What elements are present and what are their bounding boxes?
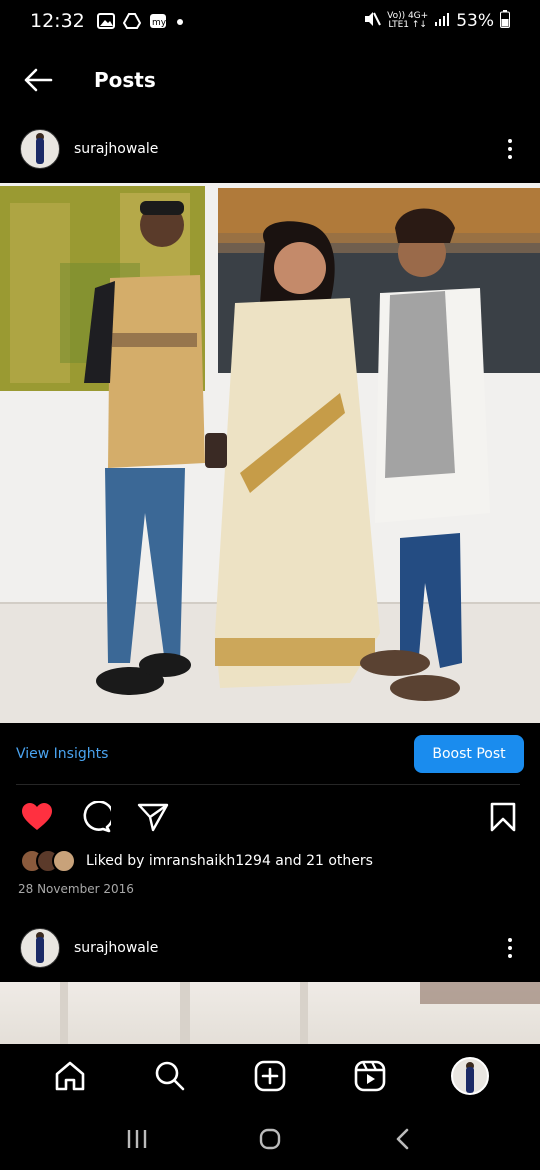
- avatar[interactable]: [20, 129, 60, 169]
- page-title: Posts: [94, 68, 156, 92]
- post-date: 28 November 2016: [18, 882, 134, 896]
- boost-post-button[interactable]: Boost Post: [414, 735, 524, 773]
- network-indicator: Vo)) 4G+ LTE1 ↑↓: [387, 12, 428, 30]
- create-icon: [254, 1060, 286, 1092]
- recents-button[interactable]: [117, 1119, 157, 1159]
- network-bottom: LTE1 ↑↓: [388, 20, 427, 30]
- likes-summary[interactable]: Liked by imranshaikh1294 and 21 others: [20, 847, 373, 875]
- divider: [16, 784, 520, 785]
- drive-icon: [122, 13, 141, 29]
- arrow-left-icon: [24, 68, 53, 92]
- battery-icon: [500, 9, 510, 33]
- home-circle-icon: [259, 1128, 281, 1150]
- bookmark-icon: [490, 802, 516, 832]
- search-icon: [155, 1061, 185, 1091]
- dot-icon: [175, 13, 193, 29]
- view-insights-link[interactable]: View Insights: [16, 746, 108, 762]
- post-header: surajhowale: [0, 121, 540, 177]
- save-button[interactable]: [486, 800, 520, 834]
- profile-avatar: [451, 1057, 489, 1095]
- more-options-button[interactable]: [500, 933, 520, 963]
- post-photo[interactable]: [0, 183, 540, 723]
- post-username[interactable]: surajhowale: [74, 141, 158, 157]
- like-button[interactable]: [20, 800, 54, 834]
- nav-home[interactable]: [50, 1056, 90, 1096]
- home-button[interactable]: [250, 1119, 290, 1159]
- back-chevron-icon: [397, 1128, 409, 1150]
- status-bar: 12:32 my Vo)) 4G+ LTE1 ↑↓ 53%: [0, 0, 540, 42]
- send-icon: [137, 803, 169, 832]
- image-icon: [96, 13, 115, 29]
- comment-button[interactable]: [78, 800, 112, 834]
- home-icon: [55, 1061, 85, 1091]
- next-post-header: surajhowale: [0, 920, 540, 976]
- battery-percent: 53%: [456, 11, 494, 31]
- avatar[interactable]: [20, 928, 60, 968]
- nav-create[interactable]: [250, 1056, 290, 1096]
- back-button[interactable]: [18, 60, 58, 100]
- post-actions: [0, 797, 540, 837]
- mute-icon: [363, 11, 382, 32]
- signal-icon: [434, 11, 450, 32]
- myjio-icon: my: [149, 13, 167, 29]
- nav-reels[interactable]: [350, 1056, 390, 1096]
- liker-avatar: [52, 849, 76, 873]
- insights-row: View Insights Boost Post: [0, 734, 540, 774]
- bottom-nav: [0, 1044, 540, 1108]
- comment-icon: [83, 801, 111, 833]
- reels-icon: [354, 1060, 386, 1092]
- status-time: 12:32: [30, 10, 85, 32]
- next-post-photo[interactable]: [0, 982, 540, 1044]
- recents-icon: [127, 1130, 146, 1148]
- share-button[interactable]: [136, 800, 170, 834]
- system-back-button[interactable]: [383, 1119, 423, 1159]
- app-header: Posts: [0, 52, 540, 108]
- nav-search[interactable]: [150, 1056, 190, 1096]
- likes-text[interactable]: Liked by imranshaikh1294 and 21 others: [86, 853, 373, 869]
- svg-text:my: my: [152, 18, 167, 28]
- system-nav: [0, 1108, 540, 1170]
- more-options-button[interactable]: [500, 134, 520, 164]
- heart-icon: [22, 803, 52, 830]
- nav-profile[interactable]: [450, 1056, 490, 1096]
- post-username[interactable]: surajhowale: [74, 940, 158, 956]
